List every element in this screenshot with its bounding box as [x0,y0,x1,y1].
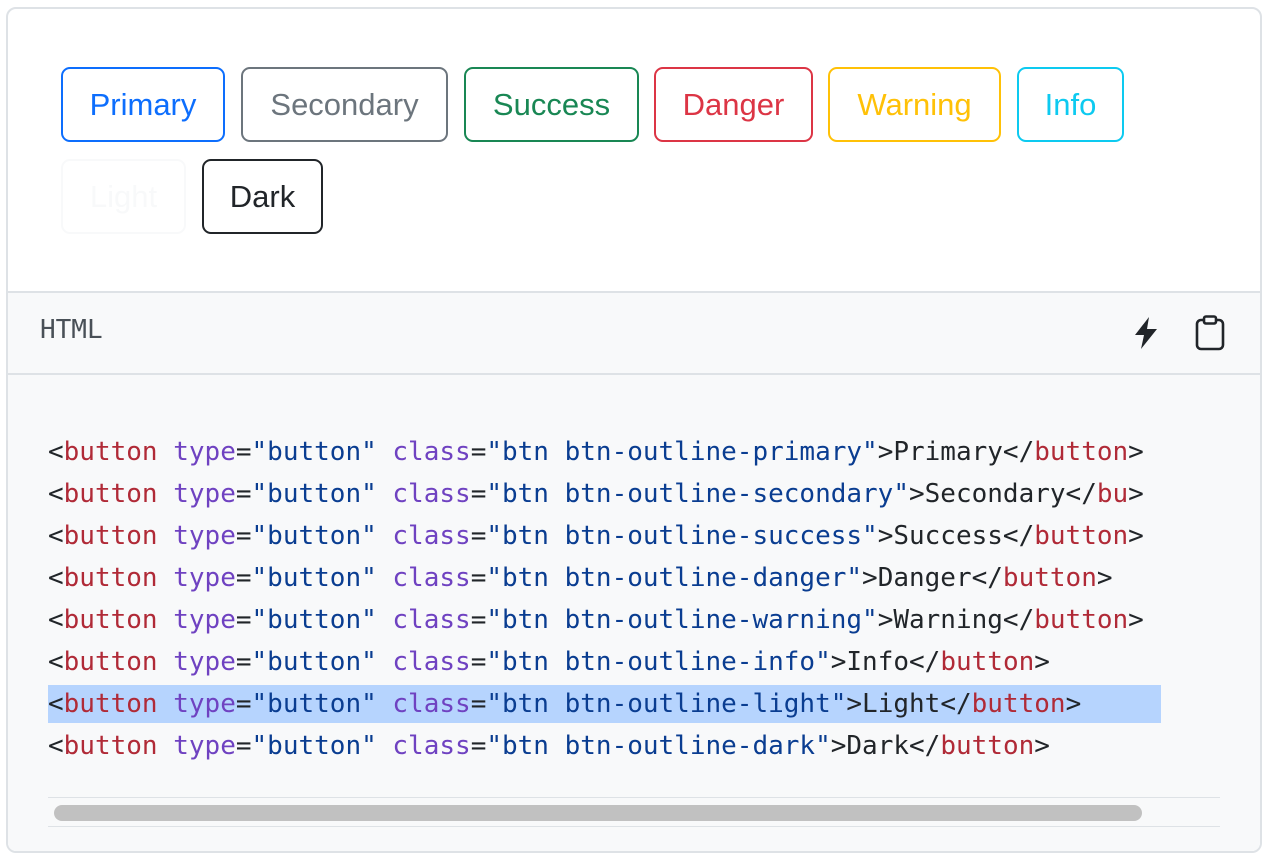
code-string: button [267,647,362,677]
code-line: <button type="button" class="btn btn-out… [48,479,1144,509]
code-tag: button [63,647,158,677]
code-string: button [267,437,362,467]
light-outline-button[interactable]: Light [61,159,186,234]
code-tag: button [1034,437,1129,467]
code-text: Primary [893,437,1003,467]
code-toolbar: HTML [8,293,1260,375]
lightning-icon[interactable] [1126,313,1166,353]
primary-outline-button[interactable]: Primary [61,67,225,142]
success-outline-button[interactable]: Success [464,67,639,142]
code-string: button [267,521,362,551]
code-tag: button [63,437,158,467]
code-tag: button [63,605,158,635]
language-label: HTML [40,315,103,345]
code-line: <button type="button" class="btn btn-out… [48,437,1144,467]
horizontal-scrollbar[interactable] [48,797,1220,827]
code-text: Light [862,689,941,719]
code-scroll-area[interactable]: <button type="button" class="btn btn-out… [48,433,1220,793]
code-line: <button type="button" class="btn btn-out… [48,731,1050,761]
clipboard-icon[interactable] [1190,313,1230,353]
code-tag: button [63,563,158,593]
code-text: Success [893,521,1003,551]
code-tag: button [63,689,158,719]
code-string: button [267,563,362,593]
code-string: btn btn-outline-danger [502,563,847,593]
code-line: <button type="button" class="btn btn-out… [48,605,1144,635]
code-string: btn btn-outline-light [502,689,831,719]
code-string: btn btn-outline-warning [502,605,863,635]
code-line: <button type="button" class="btn btn-out… [48,685,1161,723]
code-string: btn btn-outline-success [502,521,863,551]
code-tag: button [971,689,1066,719]
code-tag: button [63,521,158,551]
code-tag: button [940,647,1035,677]
warning-outline-button[interactable]: Warning [828,67,1001,142]
code-string: button [267,605,362,635]
code-tag: button [1034,521,1129,551]
button-preview: Primary Secondary Success Danger Warning… [8,9,1260,293]
code-block: <button type="button" class="btn btn-out… [8,375,1260,851]
danger-outline-button[interactable]: Danger [654,67,813,142]
code-string: button [267,731,362,761]
code-tag: button [1002,563,1097,593]
info-outline-button[interactable]: Info [1017,67,1124,142]
code-text: Dark [846,731,910,761]
code-text: Secondary [924,479,1066,509]
example-card: Primary Secondary Success Danger Warning… [6,7,1262,853]
code-tag: button [63,731,158,761]
code-line: <button type="button" class="btn btn-out… [48,647,1050,677]
code-string: btn btn-outline-info [502,647,816,677]
code-line: <button type="button" class="btn btn-out… [48,563,1113,593]
code-tag: button [940,731,1035,761]
secondary-outline-button[interactable]: Secondary [241,67,448,142]
scrollbar-thumb[interactable] [54,805,1142,821]
code-tag: bu [1096,479,1129,509]
code-string: button [267,689,362,719]
code-text: Danger [877,563,972,593]
code-text: Warning [893,605,1003,635]
code-string: btn btn-outline-primary [502,437,863,467]
code-tag: button [1034,605,1129,635]
code-string: btn btn-outline-dark [502,731,816,761]
code-tag: button [63,479,158,509]
code-line: <button type="button" class="btn btn-out… [48,521,1144,551]
code-text: Info [846,647,910,677]
code-string: button [267,479,362,509]
dark-outline-button[interactable]: Dark [202,159,323,234]
code-string: btn btn-outline-secondary [502,479,894,509]
